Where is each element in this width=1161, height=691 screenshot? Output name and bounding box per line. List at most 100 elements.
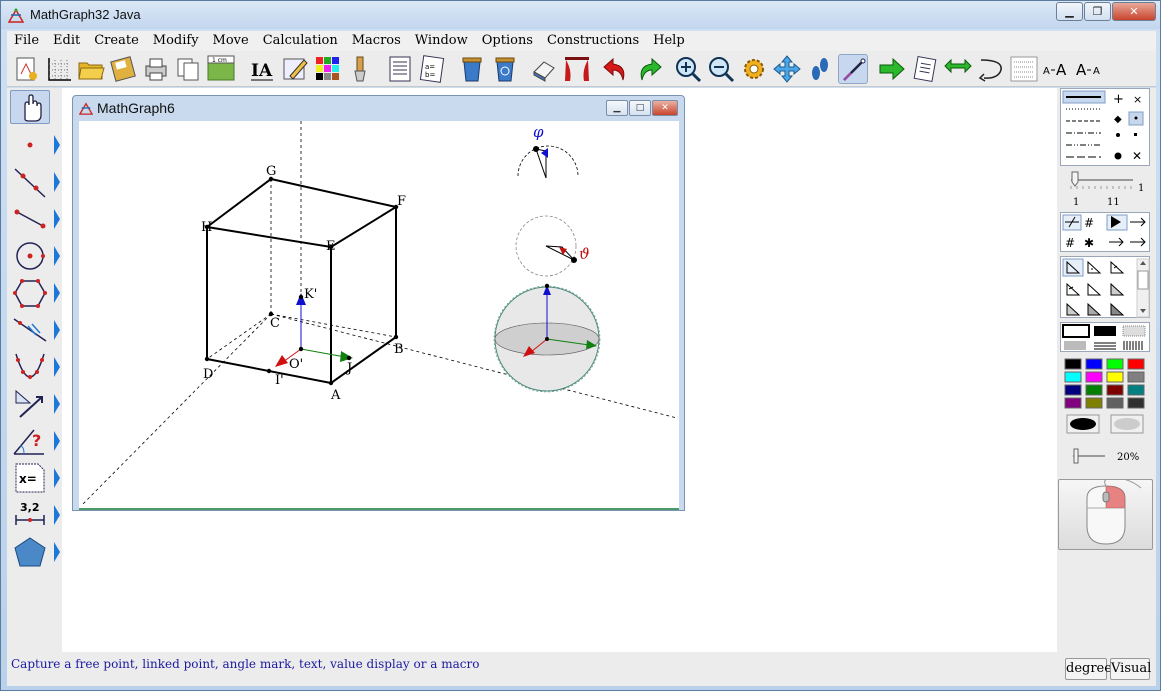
expand-arrow-icon (54, 431, 60, 451)
color-swatch[interactable] (1064, 371, 1082, 383)
recycle-button[interactable] (490, 54, 520, 84)
color-swatch[interactable] (1085, 384, 1103, 396)
color-swatch[interactable] (1085, 371, 1103, 383)
menu-edit[interactable]: Edit (46, 31, 87, 51)
font-larger-button[interactable]: AA (1042, 54, 1072, 84)
color-swatch[interactable] (1106, 358, 1124, 370)
parallel-tool-expand[interactable] (53, 315, 61, 345)
point-tool[interactable] (10, 128, 50, 162)
color-swatch[interactable] (1064, 397, 1082, 409)
settings-button[interactable] (739, 54, 769, 84)
calculation-tool-expand[interactable] (53, 463, 61, 493)
document-maximize-button[interactable]: □ (629, 100, 651, 116)
color-swatch[interactable] (1106, 384, 1124, 396)
color-swatch[interactable] (1127, 358, 1145, 370)
polygon-tool-expand[interactable] (53, 278, 61, 308)
zoom-in-button[interactable] (673, 54, 703, 84)
color-swatch[interactable] (1106, 397, 1124, 409)
segment-tool[interactable] (10, 202, 50, 236)
color-swatch[interactable] (1106, 371, 1124, 383)
line-tool-expand[interactable] (53, 167, 61, 197)
circle-tool-expand[interactable] (53, 241, 61, 271)
font-smaller-button[interactable]: AA (1075, 54, 1105, 84)
color-swatch[interactable] (1127, 371, 1145, 383)
color-swatch[interactable] (1064, 358, 1082, 370)
fill-toggle[interactable] (1061, 412, 1151, 436)
transform-tool-expand[interactable] (53, 389, 61, 419)
curved-arrow-button[interactable] (976, 54, 1006, 84)
open-button[interactable] (76, 54, 106, 84)
document-close-button[interactable]: ✕ (652, 100, 678, 116)
segment-tool-expand[interactable] (53, 204, 61, 234)
polygon-tool[interactable] (10, 276, 50, 310)
curtain-button[interactable] (562, 54, 592, 84)
copy-button[interactable] (173, 54, 203, 84)
menu-file[interactable]: File (7, 31, 46, 51)
redo-button[interactable] (634, 54, 664, 84)
text-tool-button[interactable]: IA (247, 54, 277, 84)
surface-tool-expand[interactable] (53, 537, 61, 567)
measure-angle-tool-expand[interactable] (53, 426, 61, 456)
forward-arrow-button[interactable] (877, 54, 907, 84)
measure-length-tool[interactable]: 3,2 (10, 498, 50, 532)
edit-pen-button[interactable] (280, 54, 310, 84)
print-button[interactable] (141, 54, 171, 84)
object-list-button[interactable] (1009, 54, 1039, 84)
parallel-tool[interactable] (10, 313, 50, 347)
undo-button[interactable] (601, 54, 631, 84)
line-tool[interactable] (10, 165, 50, 199)
move-button[interactable] (772, 54, 802, 84)
menu-modify[interactable]: Modify (146, 31, 206, 51)
eraser-button[interactable] (529, 54, 559, 84)
surface-tool[interactable] (10, 535, 50, 569)
formula-button[interactable]: a= b= (417, 54, 447, 84)
menu-help[interactable]: Help (646, 31, 692, 51)
color-swatches[interactable] (1063, 358, 1149, 410)
menu-create[interactable]: Create (87, 31, 146, 51)
color-swatch[interactable] (1085, 397, 1103, 409)
menu-move[interactable]: Move (206, 31, 256, 51)
footsteps-button[interactable] (805, 54, 835, 84)
close-button[interactable]: ✕ (1112, 2, 1156, 21)
paintbrush-button[interactable] (345, 54, 375, 84)
protocol-list-button[interactable] (385, 54, 415, 84)
delete-button[interactable] (457, 54, 487, 84)
minimize-button[interactable]: ▁ (1056, 2, 1083, 21)
new-figure-button[interactable] (11, 54, 41, 84)
image-export-button[interactable]: 1 cm (206, 54, 236, 84)
menu-options[interactable]: Options (475, 31, 540, 51)
measure-angle-tool[interactable]: ? (10, 424, 50, 458)
circle-tool[interactable] (10, 239, 50, 273)
color-swatch[interactable] (1127, 384, 1145, 396)
opacity-slider[interactable]: 20% (1061, 444, 1151, 468)
curve-tool[interactable] (10, 350, 50, 384)
thickness-slider[interactable]: 1 1 11 (1061, 170, 1151, 208)
grid-button[interactable] (43, 54, 73, 84)
print-icon (145, 58, 167, 81)
color-swatch[interactable] (1127, 397, 1145, 409)
color-swatch[interactable] (1064, 384, 1082, 396)
color-grid-button[interactable] (313, 54, 343, 84)
curve-tool-expand[interactable] (53, 352, 61, 382)
visual-button[interactable]: Visual (1110, 658, 1151, 680)
figure-canvas[interactable]: G F H E K' C B D I' O' J A φ ϑ (79, 121, 679, 510)
transform-tool[interactable] (10, 387, 50, 421)
menu-calculation[interactable]: Calculation (256, 31, 345, 51)
degree-button[interactable]: degree (1065, 658, 1112, 680)
capture-hand-tool[interactable] (10, 90, 50, 124)
swap-arrows-button[interactable] (943, 54, 973, 84)
zoom-out-button[interactable] (706, 54, 736, 84)
measure-length-tool-expand[interactable] (53, 500, 61, 530)
magic-wand-button[interactable] (838, 54, 868, 84)
notepad-button[interactable] (910, 54, 940, 84)
document-minimize-button[interactable]: ▁ (606, 100, 628, 116)
menu-constructions[interactable]: Constructions (540, 31, 646, 51)
maximize-button[interactable]: ❐ (1084, 2, 1111, 21)
save-button[interactable] (108, 54, 138, 84)
calculation-tool[interactable]: x= (10, 461, 50, 495)
menu-window[interactable]: Window (408, 31, 475, 51)
point-tool-expand[interactable] (53, 130, 61, 160)
mouse-capture-box[interactable] (1058, 477, 1153, 550)
color-swatch[interactable] (1085, 358, 1103, 370)
menu-macros[interactable]: Macros (345, 31, 408, 51)
